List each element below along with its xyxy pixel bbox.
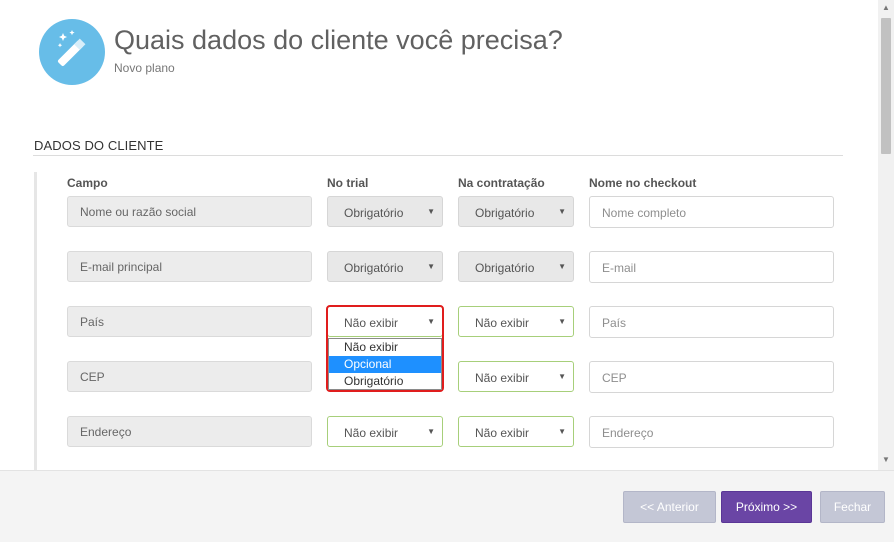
caret-down-icon: ▼ [427, 427, 435, 436]
select-contratacao-cep[interactable]: Não exibir ▼ [458, 361, 574, 392]
select-value: Obrigatório [475, 261, 535, 275]
select-value: Obrigatório [475, 206, 535, 220]
select-value: Não exibir [475, 316, 530, 330]
checkout-name-input-email[interactable]: E-mail [589, 251, 834, 283]
page-title: Quais dados do cliente você precisa? [114, 25, 563, 55]
caret-down-icon: ▼ [558, 207, 566, 216]
field-name-email: E-mail principal [67, 251, 312, 282]
caret-down-icon: ▼ [427, 207, 435, 216]
column-header-trial: No trial [327, 176, 369, 190]
checkout-name-input-cep[interactable]: CEP [589, 361, 834, 393]
checkout-name-input-endereco[interactable]: Endereço [589, 416, 834, 448]
scrollbar-thumb[interactable] [881, 18, 891, 154]
column-header-campo: Campo [67, 176, 108, 190]
select-contratacao-email[interactable]: Obrigatório ▼ [458, 251, 574, 282]
field-name-endereco: Endereço [67, 416, 312, 447]
caret-down-icon: ▼ [558, 427, 566, 436]
select-trial-nome[interactable]: Obrigatório ▼ [327, 196, 443, 227]
section-left-border [34, 172, 37, 470]
column-header-checkout: Nome no checkout [589, 176, 697, 190]
previous-button[interactable]: << Anterior [623, 491, 716, 523]
section-divider [33, 155, 843, 156]
select-contratacao-pais[interactable]: Não exibir ▼ [458, 306, 574, 337]
scroll-down-icon[interactable]: ▼ [882, 455, 890, 464]
caret-down-icon: ▼ [558, 372, 566, 381]
select-value: Não exibir [475, 426, 530, 440]
select-trial-endereco[interactable]: Não exibir ▼ [327, 416, 443, 447]
dropdown-option-opcional[interactable]: Opcional [329, 356, 441, 373]
dropdown-list: Não exibir Opcional Obrigatório [328, 338, 442, 390]
caret-down-icon: ▼ [558, 262, 566, 271]
close-button[interactable]: Fechar [820, 491, 885, 523]
checkout-name-input-nome[interactable]: Nome completo [589, 196, 834, 228]
checkout-name-input-pais[interactable]: País [589, 306, 834, 338]
caret-down-icon: ▼ [427, 262, 435, 271]
select-value: Obrigatório [344, 261, 404, 275]
select-contratacao-endereco[interactable]: Não exibir ▼ [458, 416, 574, 447]
caret-down-icon: ▼ [558, 317, 566, 326]
dropdown-option-nao-exibir[interactable]: Não exibir [329, 339, 441, 356]
select-trial-email[interactable]: Obrigatório ▼ [327, 251, 443, 282]
select-value: Não exibir [475, 371, 530, 385]
select-value: Obrigatório [344, 206, 404, 220]
select-contratacao-nome[interactable]: Obrigatório ▼ [458, 196, 574, 227]
section-title: DADOS DO CLIENTE [34, 138, 164, 153]
page-subtitle: Novo plano [114, 61, 175, 75]
magic-wand-icon [39, 19, 105, 85]
column-header-contratacao: Na contratação [458, 176, 545, 190]
scroll-up-icon[interactable]: ▲ [882, 3, 890, 12]
field-name-cep: CEP [67, 361, 312, 392]
dropdown-option-obrigatorio[interactable]: Obrigatório [329, 373, 441, 390]
field-name-nome: Nome ou razão social [67, 196, 312, 227]
next-button[interactable]: Próximo >> [721, 491, 812, 523]
scrollbar[interactable]: ▲ ▼ [878, 0, 894, 470]
select-value: Não exibir [344, 426, 399, 440]
field-name-pais: País [67, 306, 312, 337]
